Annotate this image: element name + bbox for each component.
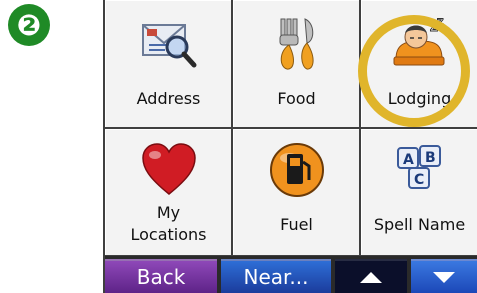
abc-blocks-icon: A B C — [396, 145, 441, 189]
svg-text:C: C — [414, 172, 424, 188]
address-envelope-magnifier-icon — [141, 24, 196, 68]
tile-lodging[interactable]: Z Z Lodging — [361, 0, 477, 127]
tile-label: Spell Name — [373, 215, 466, 234]
fork-knife-food-icon — [279, 18, 313, 70]
sleeping-person-lodging-icon: Z Z — [393, 18, 444, 66]
near-button[interactable]: Near... — [221, 259, 331, 293]
tile-my-locations[interactable]: My Locations — [105, 129, 231, 255]
step-number-badge: ❷ — [8, 4, 50, 46]
category-grid: Address Food Z Z Lodging My Locations Fu… — [105, 0, 477, 256]
tile-label-line2: Locations — [130, 225, 207, 244]
scroll-down-icon — [433, 271, 455, 283]
bottom-button-bar: Back Near... — [105, 256, 477, 293]
scroll-up-button[interactable] — [335, 259, 407, 293]
tile-fuel[interactable]: Fuel — [233, 129, 359, 255]
scroll-up-icon — [360, 271, 382, 283]
tile-label: My Locations — [106, 202, 231, 246]
device-screen: Address Food Z Z Lodging My Locations Fu… — [103, 0, 477, 293]
tile-label: Lodging — [387, 89, 452, 108]
scroll-down-button[interactable] — [411, 259, 477, 293]
heart-icon — [141, 143, 196, 195]
tile-label: Fuel — [280, 215, 313, 234]
tile-food[interactable]: Food — [233, 0, 359, 127]
tile-address[interactable]: Address — [105, 0, 231, 127]
svg-text:A: A — [403, 152, 414, 168]
svg-text:Z: Z — [437, 18, 444, 28]
tile-label: Address — [136, 89, 201, 108]
svg-text:B: B — [425, 150, 436, 166]
tile-spell-name[interactable]: A B C Spell Name — [361, 129, 477, 255]
tile-label: Food — [277, 89, 316, 108]
fuel-pump-icon — [269, 143, 324, 197]
back-button[interactable]: Back — [105, 259, 217, 293]
tile-label-line1: My — [156, 203, 181, 222]
